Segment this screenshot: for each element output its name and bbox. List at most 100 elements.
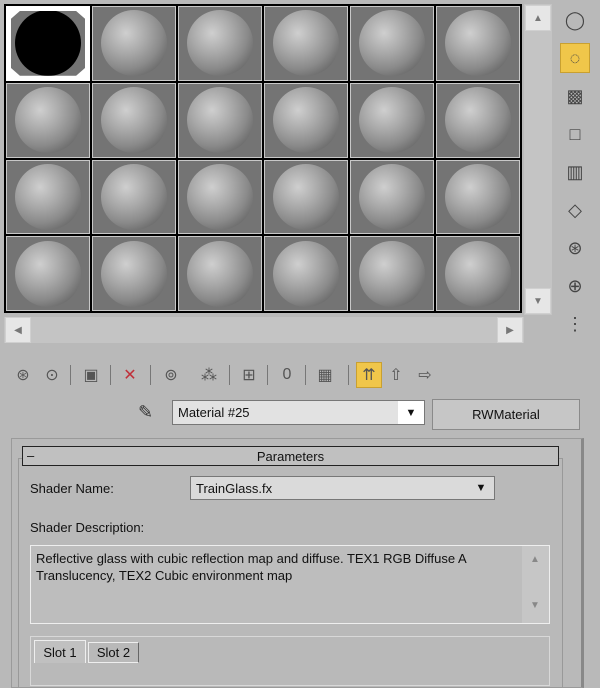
sample-type-icon[interactable]: ◯ xyxy=(560,5,590,35)
make-unique-icon[interactable]: ⁂ xyxy=(196,362,222,388)
material-sample-slot[interactable] xyxy=(436,236,520,311)
material-sphere-preview xyxy=(101,240,167,307)
material-sphere-preview xyxy=(101,10,167,77)
material-type-button[interactable]: RWMaterial xyxy=(432,399,580,430)
go-forward-to-sibling-icon[interactable]: ⇨ xyxy=(412,362,438,388)
material-sphere-preview xyxy=(445,163,511,230)
scroll-up-icon[interactable]: ▲ xyxy=(530,554,540,565)
sample-uv-tiling-icon[interactable]: □ xyxy=(560,119,590,149)
sample-slot-grid xyxy=(4,4,522,313)
material-sphere-preview xyxy=(15,163,81,230)
toolbar-separator xyxy=(267,365,268,385)
toolbar-separator xyxy=(348,365,349,385)
get-material-icon[interactable]: ⊛ xyxy=(10,362,36,388)
backlight-icon[interactable]: ◌ xyxy=(560,43,590,73)
material-sample-slot[interactable] xyxy=(350,82,434,158)
scroll-left-button[interactable]: ◀ xyxy=(5,317,31,343)
tab-slot-1[interactable]: Slot 1 xyxy=(34,640,86,663)
material-sample-slot[interactable] xyxy=(264,6,348,81)
material-sample-slot[interactable] xyxy=(178,6,262,81)
scroll-up-button[interactable]: ▲ xyxy=(525,5,551,31)
show-map-in-viewport-icon[interactable]: ▦ xyxy=(312,362,338,388)
material-map-navigator-icon[interactable]: ⋮ xyxy=(560,309,590,339)
scroll-right-button[interactable]: ▶ xyxy=(497,317,523,343)
material-sample-slot[interactable] xyxy=(92,82,176,158)
material-sample-slot[interactable] xyxy=(92,236,176,311)
description-scrollbar[interactable]: ▲ ▼ xyxy=(522,546,549,623)
shader-description-text: Reflective glass with cubic reflection m… xyxy=(36,551,466,583)
material-name-value: Material #25 xyxy=(178,405,250,420)
material-sphere-preview xyxy=(273,10,339,77)
material-sphere-preview xyxy=(187,240,253,307)
chevron-down-icon[interactable]: ▼ xyxy=(398,401,424,424)
material-sample-slot[interactable] xyxy=(350,236,434,311)
material-sample-slot[interactable] xyxy=(178,82,262,158)
material-sample-slot[interactable] xyxy=(92,159,176,235)
rollout-title: Parameters xyxy=(256,448,325,464)
material-sphere-preview xyxy=(101,87,167,154)
material-sample-slot[interactable] xyxy=(178,159,262,235)
material-sphere-preview xyxy=(101,163,167,230)
shader-description-box[interactable]: Reflective glass with cubic reflection m… xyxy=(30,545,550,624)
shader-description-label: Shader Description: xyxy=(30,520,145,535)
material-sphere-preview xyxy=(273,163,339,230)
options-icon[interactable]: ⊛ xyxy=(560,233,590,263)
material-sphere-preview xyxy=(273,87,339,154)
horizontal-scrollbar[interactable]: ◀ ▶ xyxy=(4,317,524,343)
material-sample-slot[interactable] xyxy=(6,6,90,81)
material-sample-slot[interactable] xyxy=(178,236,262,311)
reset-map-icon[interactable]: ✕ xyxy=(117,362,143,388)
video-color-check-icon[interactable]: ▥ xyxy=(560,157,590,187)
material-id-channel-icon[interactable]: 0 xyxy=(274,362,300,388)
toolbar-separator xyxy=(70,365,71,385)
material-sample-slot[interactable] xyxy=(264,82,348,158)
make-material-copy-icon[interactable]: ⊚ xyxy=(158,362,184,388)
shader-name-value: TrainGlass.fx xyxy=(196,480,273,496)
material-sphere-preview xyxy=(359,10,425,77)
material-sample-slot[interactable] xyxy=(6,159,90,235)
material-sample-slot[interactable] xyxy=(436,82,520,158)
show-end-result-icon[interactable]: ⇈ xyxy=(356,362,382,388)
material-sphere-preview xyxy=(445,87,511,154)
vertical-scrollbar[interactable]: ▲ ▼ xyxy=(524,4,552,315)
scroll-down-icon[interactable]: ▼ xyxy=(530,600,540,611)
material-sample-slot[interactable] xyxy=(350,6,434,81)
eyedropper-icon[interactable]: ✎ xyxy=(138,402,153,423)
material-sample-slot[interactable] xyxy=(6,236,90,311)
material-sphere-preview xyxy=(15,240,81,307)
make-preview-icon[interactable]: ◇ xyxy=(560,195,590,225)
toolbar-separator xyxy=(110,365,111,385)
material-sphere-preview xyxy=(359,163,425,230)
material-sample-slot[interactable] xyxy=(6,82,90,158)
toolbar-separator xyxy=(150,365,151,385)
assign-material-to-selection-icon[interactable]: ▣ xyxy=(78,362,104,388)
material-sphere-preview xyxy=(359,87,425,154)
chevron-down-icon[interactable]: ▼ xyxy=(468,477,494,499)
put-to-library-icon[interactable]: ⊞ xyxy=(236,362,262,388)
go-to-parent-icon[interactable]: ⇧ xyxy=(383,362,409,388)
collapse-toggle[interactable]: – xyxy=(27,448,34,463)
material-sample-slot[interactable] xyxy=(264,236,348,311)
scroll-down-button[interactable]: ▼ xyxy=(525,288,551,314)
select-by-material-icon[interactable]: ⊕ xyxy=(560,271,590,301)
shader-name-dropdown[interactable]: TrainGlass.fx ▼ xyxy=(190,476,495,500)
toolbar-separator xyxy=(229,365,230,385)
material-sample-slot[interactable] xyxy=(264,159,348,235)
material-sphere-preview xyxy=(15,11,81,76)
material-sphere-preview xyxy=(273,240,339,307)
material-sphere-preview xyxy=(15,87,81,154)
material-sample-slot[interactable] xyxy=(436,159,520,235)
background-checker-icon[interactable]: ▩ xyxy=(560,81,590,111)
material-sample-slot[interactable] xyxy=(92,6,176,81)
material-sphere-preview xyxy=(187,10,253,77)
parameters-rollout-header[interactable]: – Parameters xyxy=(22,446,559,466)
put-material-to-scene-icon[interactable]: ⊙ xyxy=(39,362,65,388)
shader-name-label: Shader Name: xyxy=(30,481,114,496)
material-sample-slot[interactable] xyxy=(350,159,434,235)
material-sample-slot[interactable] xyxy=(436,6,520,81)
material-name-combo[interactable]: Material #25 ▼ xyxy=(172,400,425,425)
toolbar-separator xyxy=(305,365,306,385)
material-sphere-preview xyxy=(187,87,253,154)
tab-slot-2[interactable]: Slot 2 xyxy=(88,642,139,663)
material-sphere-preview xyxy=(445,10,511,77)
